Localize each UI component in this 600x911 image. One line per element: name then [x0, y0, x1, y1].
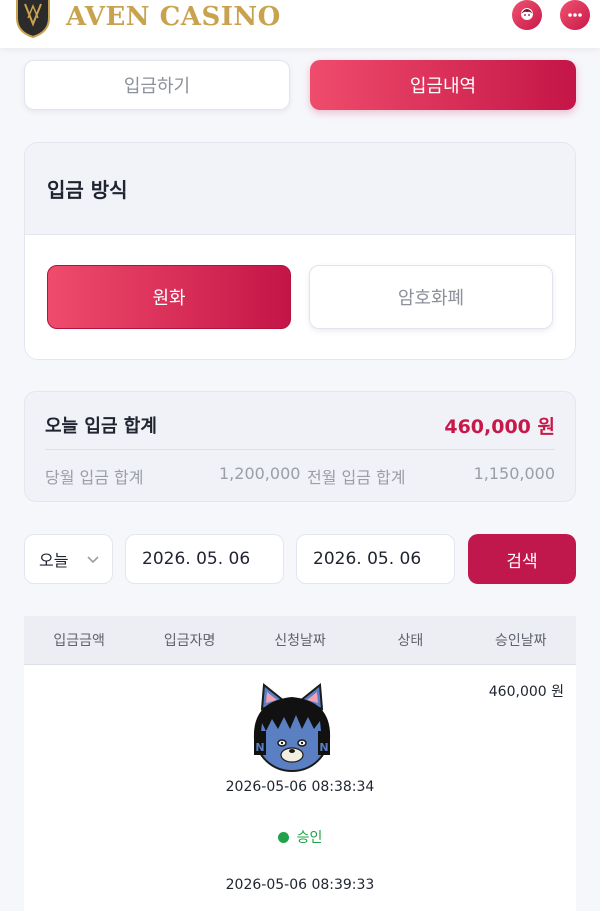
- prev-month-total-label: 전월 입금 합계: [307, 468, 406, 487]
- status-badge: 승인: [24, 827, 576, 847]
- table-header: 입금금액 입금자명 신청날짜 상태 승인날짜: [24, 616, 576, 665]
- month-total-label: 당월 입금 합계: [45, 468, 144, 487]
- profile-button[interactable]: [512, 0, 542, 30]
- svg-text:N: N: [319, 741, 328, 754]
- chevron-down-icon: [87, 556, 99, 564]
- row-requested-date: 2026-05-06 08:38:34: [225, 779, 375, 795]
- today-total-value: 460,000 원: [444, 416, 555, 438]
- prev-month-total-value: 1,150,000: [473, 464, 555, 483]
- tab-deposit[interactable]: 입금하기: [24, 60, 290, 110]
- column-header-status: 상태: [397, 633, 424, 649]
- method-option-krw[interactable]: 원화: [47, 265, 291, 329]
- search-button[interactable]: 검색: [468, 534, 576, 584]
- deposit-summary-card: 오늘 입금 합계 460,000 원 당월 입금 합계 1,200,000 전월…: [24, 391, 576, 502]
- row-amount: 460,000 원: [488, 684, 564, 700]
- status-dot-icon: [277, 831, 289, 843]
- today-total-label: 오늘 입금 합계: [45, 416, 157, 437]
- period-select-value: 오늘: [39, 551, 69, 570]
- table-row[interactable]: 460,000 원 N N 2026-05-06 08:38:34 승인 202…: [24, 665, 576, 911]
- tab-deposit-history[interactable]: 입금내역: [310, 60, 576, 110]
- column-header-depositor: 입금자명: [163, 633, 216, 649]
- date-from-field[interactable]: 2026. 05. 06: [125, 534, 284, 584]
- deposit-method-title: 입금 방식: [47, 178, 128, 202]
- cat-character-avatar-icon: N N: [253, 683, 331, 772]
- brand-name[interactable]: AVEN CASINO: [66, 2, 281, 32]
- deposit-method-header: 입금 방식: [25, 143, 575, 235]
- method-option-crypto[interactable]: 암호화폐: [309, 265, 553, 329]
- app-header: AVEN CASINO: [0, 0, 600, 48]
- chat-button[interactable]: [560, 0, 590, 30]
- chat-bubble-icon: [568, 13, 582, 17]
- user-avatar-icon: [521, 8, 533, 20]
- status-label: 승인: [296, 830, 323, 846]
- column-header-requested-date: 신청날짜: [274, 633, 326, 649]
- row-approved-date: 2026-05-06 08:39:33: [225, 877, 375, 893]
- svg-text:N: N: [255, 741, 264, 754]
- column-header-approved-date: 승인날짜: [494, 633, 547, 649]
- month-total-value: 1,200,000: [219, 464, 301, 483]
- date-to-field[interactable]: 2026. 05. 06: [296, 534, 455, 584]
- summary-divider: [45, 449, 555, 450]
- period-select[interactable]: 오늘: [24, 534, 113, 584]
- column-header-amount: 입금금액: [53, 633, 105, 649]
- shield-logo-icon[interactable]: [14, 0, 52, 38]
- deposit-method-card: 입금 방식 원화 암호화폐: [24, 142, 576, 360]
